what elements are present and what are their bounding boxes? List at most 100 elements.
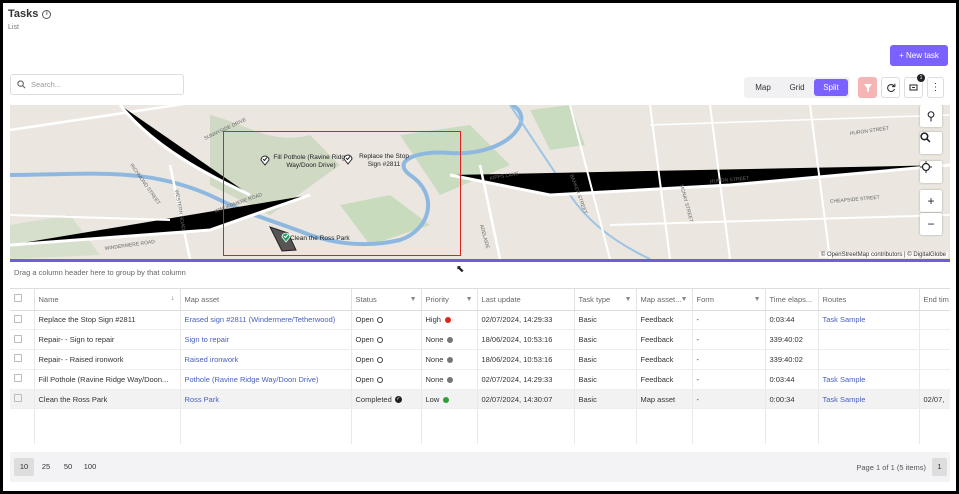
cell-asset-link[interactable]: Raised ironwork — [180, 349, 352, 370]
zoom-out-icon: − — [927, 217, 935, 231]
marker-label-pothole: Fill Pothole (Ravine Ridge Way/Doon Driv… — [273, 154, 349, 169]
cell-task-type: Basic — [574, 389, 637, 410]
cell-asset-link[interactable]: Erased sign #2811 (Windermere/Tetherwood… — [180, 310, 352, 331]
priority-dot-icon — [444, 317, 451, 324]
page-size-option[interactable]: 50 — [58, 458, 78, 476]
cell-routes-link[interactable] — [818, 349, 920, 370]
refresh-button[interactable] — [881, 77, 900, 98]
cell-asset-link[interactable]: Ross Park — [180, 389, 352, 410]
column-header-routes[interactable]: Routes — [818, 289, 920, 311]
cell-asset-link[interactable]: Pothole (Ravine Ridge Way/Doon Drive) — [180, 369, 352, 390]
column-header-map-asset[interactable]: Map asset — [180, 289, 352, 311]
status-text: Open — [355, 354, 374, 364]
column-header-last-update[interactable]: Last update — [477, 289, 575, 311]
page-size-option[interactable]: 100 — [80, 458, 100, 476]
new-task-button[interactable]: + New task — [890, 45, 948, 66]
layers-button[interactable]: 1 — [904, 74, 925, 98]
cell-priority: None — [421, 329, 478, 351]
column-label: Time elaps... — [769, 294, 813, 304]
satellite-button[interactable]: ⚲ — [920, 105, 942, 127]
page-size-option[interactable]: 10 — [14, 458, 34, 476]
cell-last-update: 02/07/2024, 14:29:33 — [477, 310, 575, 331]
priority-text: None — [425, 354, 444, 364]
column-header-end-time[interactable]: End tim — [919, 289, 950, 311]
page-title: Tasks i — [8, 8, 52, 20]
page-number-button[interactable]: 1 — [932, 458, 947, 476]
search-placeholder: Search... — [31, 80, 62, 89]
cell-asset-type: Feedback — [636, 310, 693, 331]
map-attribution: © OpenStreetMap contributors | © Digital… — [818, 252, 948, 258]
row-checkbox[interactable] — [14, 354, 22, 363]
more-button[interactable]: ⋮ — [927, 77, 944, 98]
column-header-asset-type[interactable]: Map asset... ▼ — [636, 289, 693, 311]
search-input[interactable]: Search... — [10, 74, 184, 95]
cell-routes-link[interactable]: Task Sample — [818, 389, 920, 410]
task-marker-icon[interactable] — [343, 153, 353, 165]
row-checkbox[interactable] — [14, 374, 22, 383]
row-checkbox[interactable] — [14, 314, 22, 323]
filter-button[interactable] — [858, 77, 877, 98]
column-header-time-elapsed[interactable]: Time elaps... — [765, 289, 819, 311]
task-marker-icon[interactable] — [260, 154, 270, 166]
column-label: End tim — [923, 294, 949, 304]
view-split-button[interactable]: Split — [814, 79, 848, 96]
zoom-search-icon — [920, 132, 931, 143]
checkbox[interactable] — [14, 294, 22, 303]
cell-priority: None — [421, 349, 478, 370]
filter-icon[interactable]: ▼ — [754, 296, 761, 303]
cell-status: Open — [351, 349, 422, 370]
sort-down-icon[interactable]: ↓ — [171, 295, 175, 302]
filter-icon — [863, 83, 872, 92]
cell-routes-link[interactable]: Task Sample — [818, 310, 920, 331]
view-map-button[interactable]: Map — [746, 79, 780, 96]
table-row[interactable]: Repair- - Sign to repair Sign to repair … — [10, 329, 950, 351]
column-label: Map asset — [184, 294, 220, 304]
page-size-option[interactable]: 25 — [36, 458, 56, 476]
empty-row — [10, 408, 950, 444]
cell-asset-link[interactable]: Sign to repair — [180, 329, 352, 351]
view-grid-button[interactable]: Grid — [780, 79, 814, 96]
row-checkbox[interactable] — [14, 394, 22, 403]
filter-icon[interactable]: ▼ — [410, 296, 417, 303]
cell-routes-link[interactable] — [818, 329, 920, 351]
open-status-icon — [376, 376, 383, 383]
filter-icon[interactable]: ▼ — [625, 296, 632, 303]
cell-name: Fill Pothole (Ravine Ridge Way/Doon... — [34, 369, 181, 390]
table-row[interactable]: Replace the Stop Sign #2811 Erased sign … — [10, 310, 950, 331]
search-icon — [17, 80, 26, 89]
cell-routes-link[interactable]: Task Sample — [818, 369, 920, 390]
refresh-icon — [886, 83, 895, 92]
split-divider[interactable] — [10, 259, 950, 262]
column-header-task-type[interactable]: Task type ▼ — [574, 289, 637, 311]
table-row[interactable]: Fill Pothole (Ravine Ridge Way/Doon... P… — [10, 369, 950, 390]
info-icon[interactable]: i — [42, 9, 52, 19]
table-row[interactable]: Clean the Ross Park Ross Park Completed ✓… — [10, 389, 950, 410]
cell-end-time: 02/07, — [919, 389, 950, 410]
priority-text: None — [425, 335, 444, 345]
locate-button[interactable] — [920, 161, 942, 183]
select-all-checkbox[interactable] — [10, 289, 35, 311]
zoom-out-button[interactable]: − — [920, 213, 942, 235]
cell-status: Completed ✓ — [351, 389, 422, 410]
cell-name: Repair- - Sign to repair — [34, 329, 181, 351]
row-checkbox[interactable] — [14, 334, 22, 343]
status-text: Open — [355, 374, 374, 384]
column-header-form[interactable]: Form ▼ — [692, 289, 766, 311]
mouse-cursor-icon: ⬉ — [456, 264, 465, 275]
page-title-text: Tasks — [8, 8, 39, 20]
column-header-priority[interactable]: Priority ▼ — [421, 289, 478, 311]
table-row[interactable]: Repair- - Raised ironwork Raised ironwor… — [10, 349, 950, 370]
map-view[interactable]: SUNNYSIDE DRIVE RICHMOND STREET WESTERN … — [10, 105, 950, 259]
filter-icon[interactable]: ▼ — [681, 296, 688, 303]
priority-dot-icon — [447, 376, 454, 383]
cell-status: Open — [351, 310, 422, 331]
zoom-in-button[interactable]: + — [920, 190, 942, 212]
zoom-search-button[interactable] — [920, 132, 942, 154]
filter-icon[interactable]: ▼ — [466, 296, 473, 303]
cell-time-elapsed: 0:03:44 — [765, 310, 819, 331]
column-label: Name — [38, 294, 59, 304]
column-header-status[interactable]: Status ▼ — [351, 289, 422, 311]
notification-badge: 1 — [917, 74, 925, 82]
map-canvas: SUNNYSIDE DRIVE RICHMOND STREET WESTERN … — [10, 105, 950, 259]
column-header-name[interactable]: Name ↓ — [34, 289, 181, 311]
